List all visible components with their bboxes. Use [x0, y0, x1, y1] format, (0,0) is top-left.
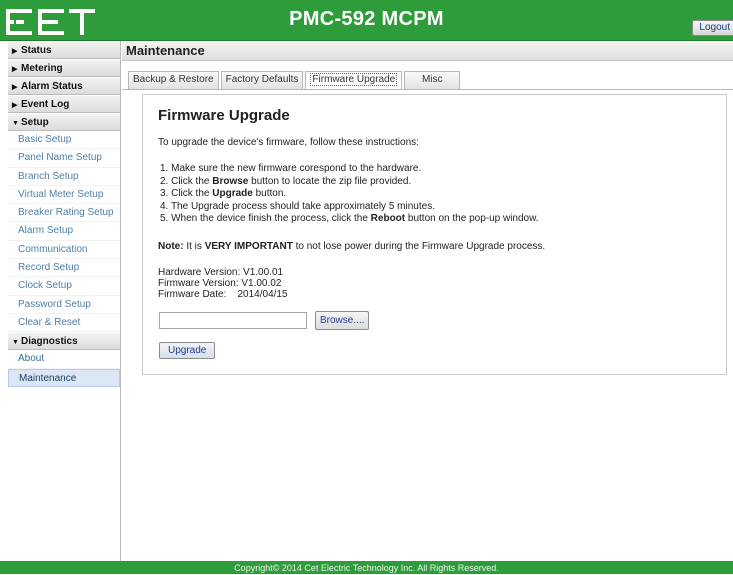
instruction-list: 1. Make sure the new firmware corespond …	[160, 163, 539, 226]
sidebar-section-label: Event Log	[21, 99, 70, 110]
browse-button[interactable]: Browse....	[315, 311, 370, 330]
sidebar-section-alarm-status[interactable]: ▶ Alarm Status	[8, 77, 120, 95]
main-content: Maintenance Backup & Restore Factory Def…	[122, 41, 733, 561]
step-bold-text: Reboot	[370, 213, 406, 224]
sidebar-section-label: Metering	[21, 63, 63, 74]
sidebar-section-label: Diagnostics	[21, 336, 78, 348]
version-info: Hardware Version: V1.00.01 Firmware Vers…	[158, 267, 288, 300]
sidebar-section-label: Alarm Status	[21, 81, 83, 92]
firmware-version-label: Firmware Version:	[158, 278, 239, 289]
hardware-version-label: Hardware Version:	[158, 267, 241, 278]
sidebar-item-panel-name-setup[interactable]: Panel Name Setup	[8, 149, 120, 168]
chevron-down-icon: ▼	[12, 120, 19, 127]
sidebar-item-about[interactable]: About	[8, 350, 120, 369]
step-bold-text: Upgrade	[212, 188, 253, 199]
hardware-version-value: V1.00.01	[243, 267, 284, 278]
chevron-right-icon: ▶	[12, 66, 18, 73]
warning-note: Note: It is VERY IMPORTANT to not lose p…	[158, 241, 545, 252]
sidebar-item-record-setup[interactable]: Record Setup	[8, 259, 120, 278]
sidebar-nav: ▶ Status ▶ Metering ▶ Alarm Status ▶ Event L…	[8, 41, 121, 561]
step-text: button on the pop-up window.	[405, 213, 539, 224]
chevron-right-icon: ▶	[12, 84, 18, 91]
sidebar-section-metering[interactable]: ▶ Metering	[8, 59, 120, 77]
page-title: Maintenance	[122, 41, 733, 61]
instruction-step: 2. Click the Browse button to locate the…	[160, 176, 539, 189]
top-banner: PMC-592 MCPM Logout	[0, 0, 733, 41]
sidebar-item-breaker-rating-setup[interactable]: Breaker Rating Setup	[8, 204, 120, 223]
step-text: button to locate the zip file provided.	[248, 175, 412, 187]
firmware-date-value: 2014/04/15	[237, 289, 288, 300]
step-text: 2. Click the	[160, 175, 213, 187]
sidebar-item-basic-setup[interactable]: Basic Setup	[8, 131, 120, 150]
panel-title: Firmware Upgrade	[158, 107, 290, 124]
chevron-right-icon: ▶	[12, 48, 18, 55]
tab-bar: Backup & Restore Factory Defaults Firmwa…	[128, 71, 462, 89]
sidebar-section-status[interactable]: ▶ Status	[8, 41, 120, 59]
sidebar-section-label: Status	[21, 45, 52, 56]
tab-backup-restore[interactable]: Backup & Restore	[128, 71, 219, 89]
sidebar-item-communication[interactable]: Communication	[8, 241, 120, 260]
sidebar-section-diagnostics[interactable]: ▼ Diagnostics	[8, 332, 120, 351]
tab-firmware-upgrade[interactable]: Firmware Upgrade	[305, 71, 403, 89]
app-title: PMC-592 MCPM	[289, 8, 444, 30]
firmware-version-value: V1.00.02	[241, 278, 282, 289]
logout-button[interactable]: Logout	[692, 20, 733, 36]
sidebar-item-password-setup[interactable]: Password Setup	[8, 296, 120, 314]
step-text: button.	[252, 188, 287, 199]
upgrade-button[interactable]: Upgrade	[159, 342, 216, 359]
footer-copyright: Copyright© 2014 Cet Electric Technology …	[0, 561, 733, 574]
firmware-date-label: Firmware Date:	[158, 289, 227, 300]
sidebar-item-clear-reset[interactable]: Clear & Reset	[8, 314, 120, 333]
sidebar-item-clock-setup[interactable]: Clock Setup	[8, 277, 120, 296]
instruction-step: 1. Make sure the new firmware corespond …	[160, 163, 422, 174]
sidebar-item-virtual-meter-setup[interactable]: Virtual Meter Setup	[8, 186, 120, 205]
note-text: It is	[183, 241, 205, 252]
firmware-date-row: Firmware Date: 2014/04/15	[158, 289, 288, 300]
chevron-right-icon: ▶	[12, 102, 18, 109]
intro-text: To upgrade the device's firmware, follow…	[158, 137, 419, 148]
instruction-step: 5. When the device finish the process, c…	[160, 213, 539, 226]
tab-label: Firmware Upgrade	[310, 73, 398, 86]
chevron-down-icon: ▼	[12, 339, 19, 347]
sidebar-item-branch-setup[interactable]: Branch Setup	[8, 168, 120, 186]
firmware-file-input[interactable]	[159, 312, 307, 329]
firmware-version-row: Firmware Version: V1.00.02	[158, 278, 288, 289]
sidebar-section-event-log[interactable]: ▶ Event Log	[8, 95, 120, 113]
tab-factory-defaults[interactable]: Factory Defaults	[220, 71, 304, 89]
sidebar-item-maintenance[interactable]: Maintenance	[8, 368, 120, 387]
tab-misc[interactable]: Misc	[404, 71, 461, 89]
hardware-version-row: Hardware Version: V1.00.01	[158, 267, 288, 278]
tab-divider	[122, 89, 733, 90]
step-text: 5. When the device finish the process, c…	[160, 213, 371, 224]
note-text: to not lose power during the Firmware Up…	[292, 241, 546, 252]
sidebar-section-label: Setup	[21, 117, 49, 128]
step-bold-text: Browse	[212, 175, 249, 187]
firmware-upgrade-panel: Firmware Upgrade To upgrade the device's…	[142, 94, 727, 375]
note-label: Note:	[158, 241, 184, 252]
instruction-step: 3. Click the Upgrade button.	[160, 188, 539, 201]
instruction-step: 4. The Upgrade process should take appro…	[160, 200, 435, 212]
note-bold-text: VERY IMPORTANT	[204, 241, 293, 252]
sidebar-item-alarm-setup[interactable]: Alarm Setup	[8, 222, 120, 241]
step-text: 3. Click the	[160, 188, 213, 199]
sidebar-section-setup[interactable]: ▼ Setup	[8, 113, 120, 131]
